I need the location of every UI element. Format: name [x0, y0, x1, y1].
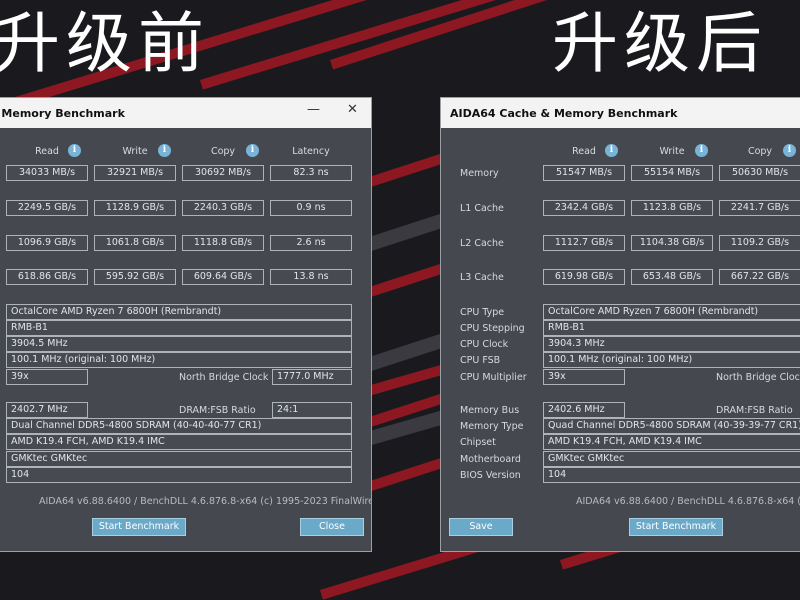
chipset-value: AMD K19.4 FCH, AMD K19.4 IMC	[543, 434, 800, 450]
l2-latency-value: 2.6 ns	[270, 235, 352, 251]
cpu-clock-value: 3904.3 MHz	[543, 336, 800, 352]
cpu-clock-value: 3904.5 MHz	[6, 336, 352, 352]
close-x-button[interactable]: ✕	[347, 102, 358, 117]
cpu-multiplier-label: CPU Multiplier	[460, 372, 527, 383]
cpu-fsb-label: CPU FSB	[460, 355, 501, 366]
cpu-stepping-value: RMB-B1	[6, 320, 352, 336]
row-label-l3-cache: L3 Cache	[460, 272, 504, 283]
benchmark-window-before: & Memory Benchmark — ✕ Read i Write i Co…	[0, 97, 372, 552]
info-icon[interactable]: i	[68, 144, 81, 157]
chipset-label: Chipset	[460, 437, 496, 448]
memory-type-label: Memory Type	[460, 421, 524, 432]
bios-version-value: 104	[6, 467, 352, 483]
cpu-clock-label: CPU Clock	[460, 339, 509, 350]
cpu-multiplier-value: 39x	[6, 369, 88, 385]
l3-write-value: 595.92 GB/s	[94, 269, 176, 285]
memory-read-value: 51547 MB/s	[543, 165, 625, 181]
version-info: AIDA64 v6.88.6400 / BenchDLL 4.6.876.8-x…	[576, 496, 800, 507]
cpu-fsb-value: 100.1 MHz (original: 100 MHz)	[543, 352, 800, 368]
motherboard-value: GMKtec GMKtec	[543, 451, 800, 467]
l1-write-value: 1128.9 GB/s	[94, 200, 176, 216]
l1-write-value: 1123.8 GB/s	[631, 200, 713, 216]
row-label-l1-cache: L1 Cache	[460, 203, 504, 214]
memory-type-value: Quad Channel DDR5-4800 SDRAM (40-39-39-7…	[543, 418, 800, 434]
l1-read-value: 2342.4 GB/s	[543, 200, 625, 216]
l1-read-value: 2249.5 GB/s	[6, 200, 88, 216]
window-title: AIDA64 Cache & Memory Benchmark	[450, 107, 678, 120]
memory-write-value: 32921 MB/s	[94, 165, 176, 181]
cpu-stepping-value: RMB-B1	[543, 320, 800, 336]
l2-read-value: 1096.9 GB/s	[6, 235, 88, 251]
l3-write-value: 653.48 GB/s	[631, 269, 713, 285]
cpu-stepping-label: CPU Stepping	[460, 323, 525, 334]
memory-write-value: 55154 MB/s	[631, 165, 713, 181]
benchmark-window-after: AIDA64 Cache & Memory Benchmark Read i W…	[440, 97, 800, 552]
window-title: & Memory Benchmark	[0, 107, 125, 120]
after-upgrade-banner: 升级后	[552, 5, 768, 82]
nb-clock-label: North Bridge Clock	[179, 372, 269, 383]
cpu-type-value: OctalCore AMD Ryzen 7 6800H (Rembrandt)	[543, 304, 800, 320]
motherboard-label: Motherboard	[460, 454, 521, 465]
bios-version-label: BIOS Version	[460, 470, 521, 481]
save-button[interactable]: Save	[449, 518, 513, 536]
before-upgrade-banner: 升级前	[0, 5, 210, 82]
memory-copy-value: 30692 MB/s	[182, 165, 264, 181]
l3-copy-value: 667.22 GB/s	[719, 269, 800, 285]
l3-copy-value: 609.64 GB/s	[182, 269, 264, 285]
memory-type-value: Dual Channel DDR5-4800 SDRAM (40-40-40-7…	[6, 418, 352, 434]
close-button[interactable]: Close	[300, 518, 364, 536]
info-icon[interactable]: i	[783, 144, 796, 157]
memory-bus-label: Memory Bus	[460, 405, 520, 416]
l2-write-value: 1061.8 GB/s	[94, 235, 176, 251]
l1-latency-value: 0.9 ns	[270, 200, 352, 216]
l2-write-value: 1104.38 GB/s	[631, 235, 713, 251]
info-icon[interactable]: i	[695, 144, 708, 157]
bios-version-value: 104	[543, 467, 800, 483]
nb-clock-label: North Bridge Clock	[716, 372, 800, 383]
start-benchmark-button[interactable]: Start Benchmark	[629, 518, 723, 536]
cpu-fsb-value: 100.1 MHz (original: 100 MHz)	[6, 352, 352, 368]
info-icon[interactable]: i	[246, 144, 259, 157]
minimize-button[interactable]: —	[307, 102, 320, 117]
version-info: AIDA64 v6.88.6400 / BenchDLL 4.6.876.8-x…	[39, 496, 372, 507]
memory-read-value: 34033 MB/s	[6, 165, 88, 181]
nb-clock-value: 1777.0 MHz	[272, 369, 352, 385]
l1-copy-value: 2241.7 GB/s	[719, 200, 800, 216]
l3-read-value: 619.98 GB/s	[543, 269, 625, 285]
memory-bus-value: 2402.7 MHz	[6, 402, 88, 418]
l3-read-value: 618.86 GB/s	[6, 269, 88, 285]
l1-copy-value: 2240.3 GB/s	[182, 200, 264, 216]
dram-ratio-label: DRAM:FSB Ratio	[179, 405, 256, 416]
title-bar[interactable]: AIDA64 Cache & Memory Benchmark	[441, 98, 800, 128]
start-benchmark-button[interactable]: Start Benchmark	[92, 518, 186, 536]
l2-copy-value: 1118.8 GB/s	[182, 235, 264, 251]
memory-copy-value: 50630 MB/s	[719, 165, 800, 181]
l2-copy-value: 1109.2 GB/s	[719, 235, 800, 251]
dram-ratio-value: 24:1	[272, 402, 352, 418]
l3-latency-value: 13.8 ns	[270, 269, 352, 285]
memory-latency-value: 82.3 ns	[270, 165, 352, 181]
info-icon[interactable]: i	[158, 144, 171, 157]
row-label-memory: Memory	[460, 168, 499, 179]
dram-ratio-label: DRAM:FSB Ratio	[716, 405, 793, 416]
memory-bus-value: 2402.6 MHz	[543, 402, 625, 418]
header-latency: Latency	[292, 146, 330, 157]
cpu-type-label: CPU Type	[460, 307, 505, 318]
cpu-multiplier-value: 39x	[543, 369, 625, 385]
info-icon[interactable]: i	[605, 144, 618, 157]
motherboard-value: GMKtec GMKtec	[6, 451, 352, 467]
cpu-type-value: OctalCore AMD Ryzen 7 6800H (Rembrandt)	[6, 304, 352, 320]
l2-read-value: 1112.7 GB/s	[543, 235, 625, 251]
title-bar[interactable]: & Memory Benchmark — ✕	[0, 98, 371, 128]
chipset-value: AMD K19.4 FCH, AMD K19.4 IMC	[6, 434, 352, 450]
row-label-l2-cache: L2 Cache	[460, 238, 504, 249]
